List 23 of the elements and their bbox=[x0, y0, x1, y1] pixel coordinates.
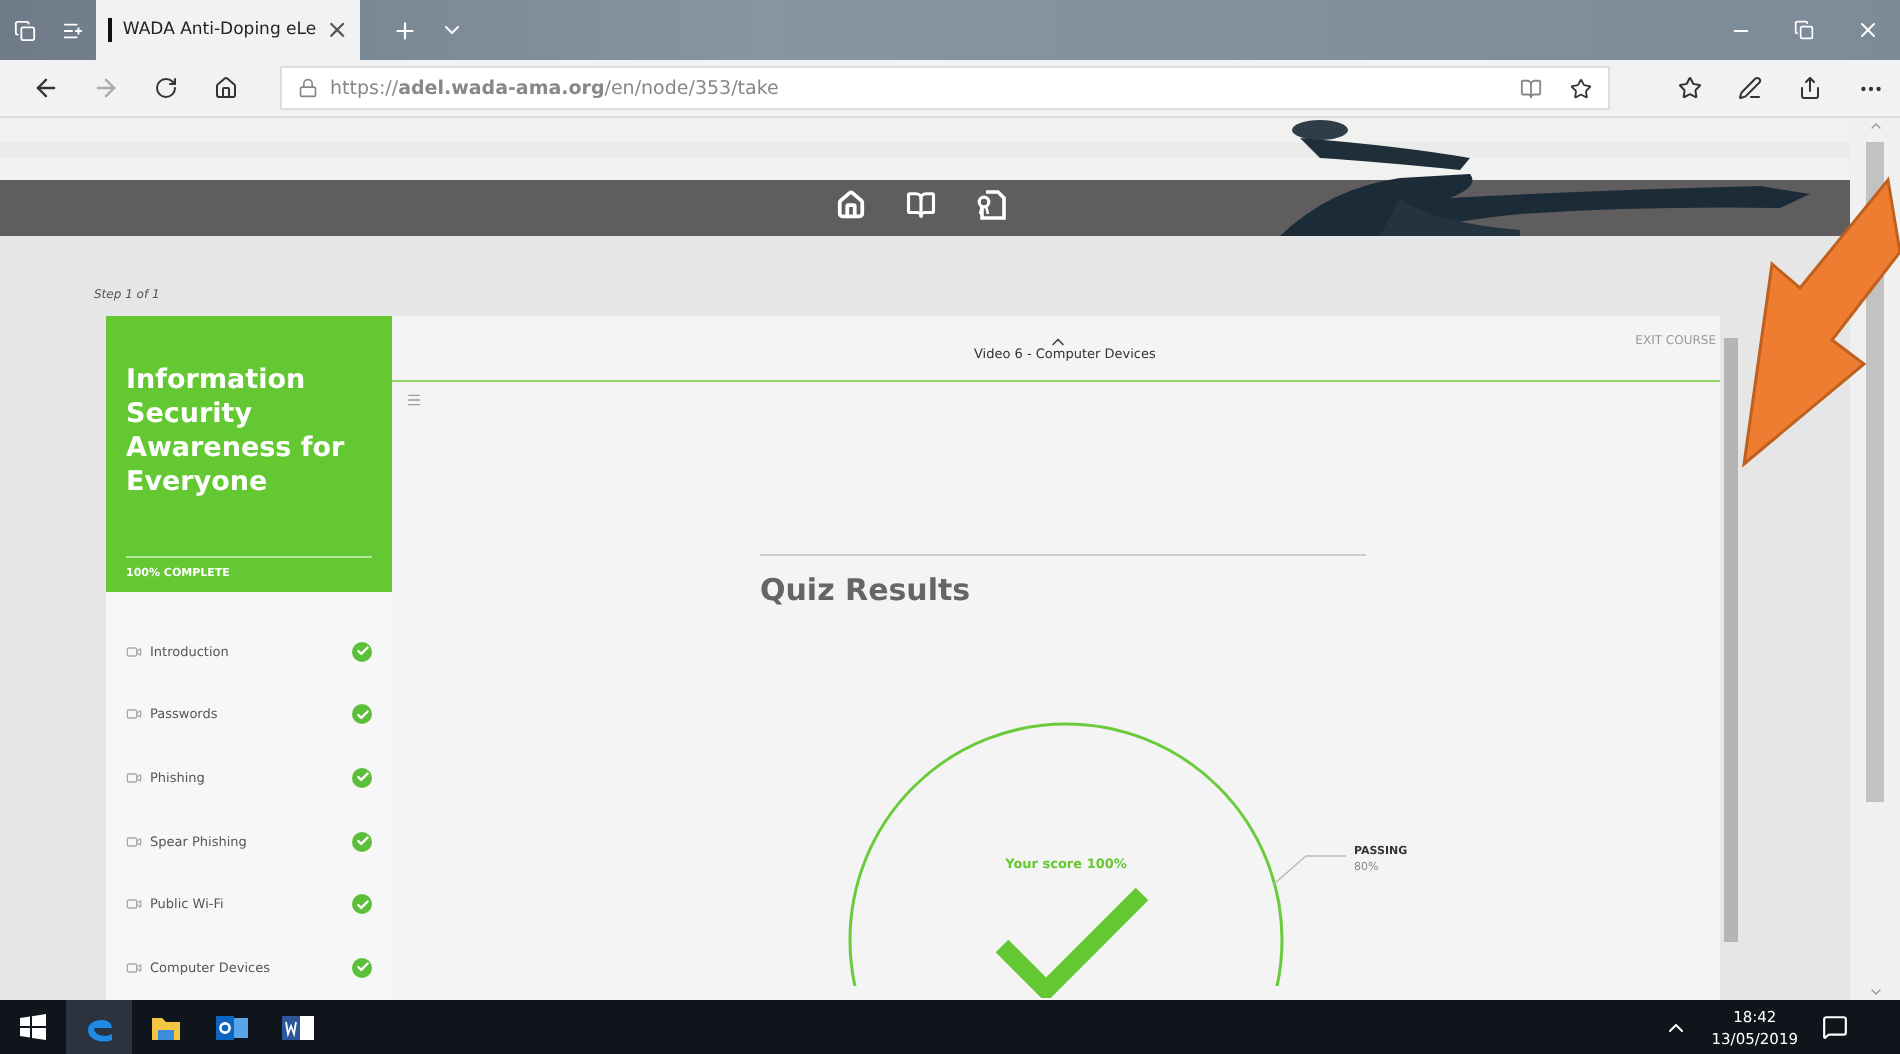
video-icon bbox=[126, 706, 142, 723]
video-icon bbox=[126, 769, 142, 786]
course-title: Information Security Awareness for Everyone bbox=[126, 364, 347, 502]
address-field[interactable]: https://adel.wada-ama.org/en/node/353/take bbox=[280, 66, 1610, 110]
menu-icon[interactable] bbox=[406, 392, 422, 408]
reading-view-icon[interactable] bbox=[1520, 77, 1542, 99]
star-icon[interactable] bbox=[1570, 77, 1592, 99]
quiz-title: Quiz Results bbox=[760, 572, 973, 608]
video-icon bbox=[126, 959, 142, 976]
close-tab-button[interactable]: × bbox=[326, 15, 348, 45]
document-app-icon[interactable] bbox=[281, 1013, 313, 1041]
video-icon bbox=[126, 833, 142, 850]
mail-app-icon[interactable] bbox=[215, 1013, 247, 1041]
notifications-icon[interactable] bbox=[1822, 1014, 1848, 1040]
library-icon[interactable] bbox=[906, 190, 936, 220]
url-text: https://adel.wada-ama.org/en/node/353/take bbox=[330, 77, 779, 99]
certificate-icon[interactable] bbox=[976, 190, 1006, 220]
browser-tab[interactable]: WADA Anti-Doping eLe × bbox=[96, 0, 360, 60]
home-icon[interactable] bbox=[836, 190, 866, 220]
lock-icon bbox=[298, 78, 318, 98]
video-icon bbox=[126, 643, 142, 660]
folder-icon[interactable] bbox=[149, 1013, 181, 1041]
video-icon bbox=[126, 896, 142, 913]
